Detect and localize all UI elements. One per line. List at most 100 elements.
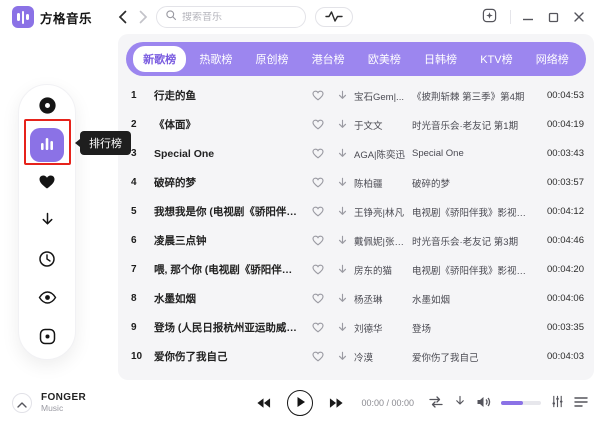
song-artist: 杨丞琳 — [354, 292, 412, 306]
download-button[interactable] — [330, 206, 354, 218]
song-rank: 3 — [128, 148, 154, 159]
sidebar — [18, 84, 76, 360]
song-album: 时光音乐会·老友记 第1期 — [412, 118, 538, 132]
sidebar-item-downloads[interactable] — [30, 205, 64, 239]
song-rank: 1 — [128, 90, 154, 101]
download-button[interactable] — [330, 119, 354, 131]
search-input[interactable] — [182, 12, 297, 23]
minimize-button[interactable] — [519, 8, 537, 26]
download-button[interactable] — [330, 293, 354, 305]
sidebar-item-ranking[interactable] — [30, 128, 64, 162]
song-title: Special One — [154, 148, 306, 160]
song-row[interactable]: 6 凌晨三点钟 戴佩妮|张碧晨 时光音乐会·老友记 第3期 00:04:46 — [118, 226, 594, 255]
chart-tab[interactable]: 网络榜 — [526, 46, 579, 72]
sidebar-item-favorites[interactable] — [30, 167, 64, 201]
grid-icon — [39, 328, 56, 348]
playlist-icon — [574, 396, 588, 411]
song-row[interactable]: 10 爱你伤了我自己 冷漠 爱你伤了我自己 00:04:03 — [118, 342, 594, 371]
eye-icon — [38, 291, 57, 307]
download-song-button[interactable] — [454, 395, 466, 411]
song-row[interactable]: 7 喂, 那个你 (电视剧《骄阳伴我》... 房东的猫 电视剧《骄阳伴我》影视原… — [118, 255, 594, 284]
song-row[interactable]: 5 我想我是你 (电视剧《骄阳伴我》... 王铮亮|林凡 电视剧《骄阳伴我》影视… — [118, 197, 594, 226]
chart-tab[interactable]: KTV榜 — [470, 46, 522, 72]
download-button[interactable] — [330, 177, 354, 189]
song-rank: 10 — [128, 351, 154, 362]
song-rank: 5 — [128, 206, 154, 217]
song-duration: 00:04:12 — [538, 206, 584, 217]
disc-icon — [37, 95, 58, 119]
like-button[interactable] — [306, 235, 330, 246]
like-button[interactable] — [306, 264, 330, 275]
like-button[interactable] — [306, 148, 330, 159]
download-button[interactable] — [330, 322, 354, 334]
song-duration: 00:04:03 — [538, 351, 584, 362]
song-row[interactable]: 4 破碎的梦 陈柏疆 破碎的梦 00:03:57 — [118, 168, 594, 197]
player-right-controls: 00:00 / 00:00 — [361, 395, 588, 411]
play-button[interactable] — [287, 390, 313, 416]
chart-tab[interactable]: 新歌榜 — [133, 46, 186, 72]
time-display: 00:00 / 00:00 — [361, 398, 414, 408]
like-button[interactable] — [306, 119, 330, 130]
song-row[interactable]: 1 行走的鱼 宝石Gem|... 《披荆斩棘 第三季》第4期 00:04:53 — [118, 81, 594, 110]
sidebar-item-music[interactable] — [30, 90, 64, 124]
volume-slider[interactable] — [501, 401, 541, 405]
song-artist: 戴佩妮|张碧晨 — [354, 234, 412, 248]
like-button[interactable] — [306, 177, 330, 188]
play-mode-button[interactable] — [428, 396, 444, 411]
previous-button[interactable] — [256, 397, 271, 409]
tab-bar: 新歌榜 热歌榜 原创榜 港台榜 欧美榜 日韩榜 KTV榜 网络榜 — [126, 42, 586, 76]
song-duration: 00:04:20 — [538, 264, 584, 275]
song-artist: 王铮亮|林凡 — [354, 205, 412, 219]
audio-wave-button[interactable] — [315, 7, 353, 27]
download-button[interactable] — [330, 148, 354, 160]
download-button[interactable] — [330, 235, 354, 247]
song-duration: 00:04:06 — [538, 293, 584, 304]
song-title: 凌晨三点钟 — [154, 233, 306, 248]
close-button[interactable] — [570, 8, 588, 26]
transport-controls — [256, 390, 344, 416]
like-button[interactable] — [306, 90, 330, 101]
sidebar-item-apps[interactable] — [30, 321, 64, 355]
song-title: 《体面》 — [154, 117, 306, 132]
download-icon — [40, 212, 55, 232]
song-artist: AGA|陈奕迅 — [354, 147, 412, 161]
song-row[interactable]: 2 《体面》 于文文 时光音乐会·老友记 第1期 00:04:19 — [118, 110, 594, 139]
chart-tab[interactable]: 港台榜 — [302, 46, 355, 72]
sidebar-item-recent[interactable] — [30, 244, 64, 278]
like-button[interactable] — [306, 206, 330, 217]
download-button[interactable] — [330, 264, 354, 276]
chart-tab[interactable]: 原创榜 — [246, 46, 299, 72]
maximize-button[interactable] — [545, 9, 562, 26]
download-icon — [454, 395, 466, 411]
search-box[interactable] — [156, 6, 306, 28]
song-title: 我想我是你 (电视剧《骄阳伴我》... — [154, 204, 306, 219]
song-artist: 刘德华 — [354, 321, 412, 335]
song-row[interactable]: 8 水墨如烟 杨丞琳 水墨如烟 00:04:06 — [118, 284, 594, 313]
like-button[interactable] — [306, 322, 330, 333]
playlist-button[interactable] — [574, 396, 588, 411]
like-button[interactable] — [306, 293, 330, 304]
next-button[interactable] — [329, 397, 344, 409]
song-row[interactable]: 3 Special One AGA|陈奕迅 Special One 00:03:… — [118, 139, 594, 168]
song-album: 登场 — [412, 321, 538, 335]
forward-button[interactable] — [139, 10, 148, 24]
chart-tab[interactable]: 热歌榜 — [189, 46, 242, 72]
chart-tab[interactable]: 欧美榜 — [358, 46, 411, 72]
download-button[interactable] — [330, 90, 354, 102]
chevron-up-icon — [17, 396, 27, 411]
volume-button[interactable] — [476, 396, 491, 411]
back-button[interactable] — [118, 10, 127, 24]
song-artist: 冷漠 — [354, 350, 412, 364]
chart-tab[interactable]: 日韩榜 — [414, 46, 467, 72]
equalizer-button[interactable] — [551, 395, 564, 411]
song-artist: 陈柏疆 — [354, 176, 412, 190]
download-button[interactable] — [330, 351, 354, 363]
main-content: 新歌榜 热歌榜 原创榜 港台榜 欧美榜 日韩榜 KTV榜 网络榜 1 行走的鱼 — [118, 34, 594, 380]
like-button[interactable] — [306, 351, 330, 362]
song-rank: 7 — [128, 264, 154, 275]
theme-button[interactable] — [479, 5, 500, 29]
song-row[interactable]: 9 登场 (人民日报杭州亚运助威曲) 刘德华 登场 00:03:35 — [118, 313, 594, 342]
song-title: 爱你伤了我自己 — [154, 349, 306, 364]
player-expand-button[interactable] — [12, 393, 32, 413]
sidebar-item-mv[interactable] — [30, 282, 64, 316]
